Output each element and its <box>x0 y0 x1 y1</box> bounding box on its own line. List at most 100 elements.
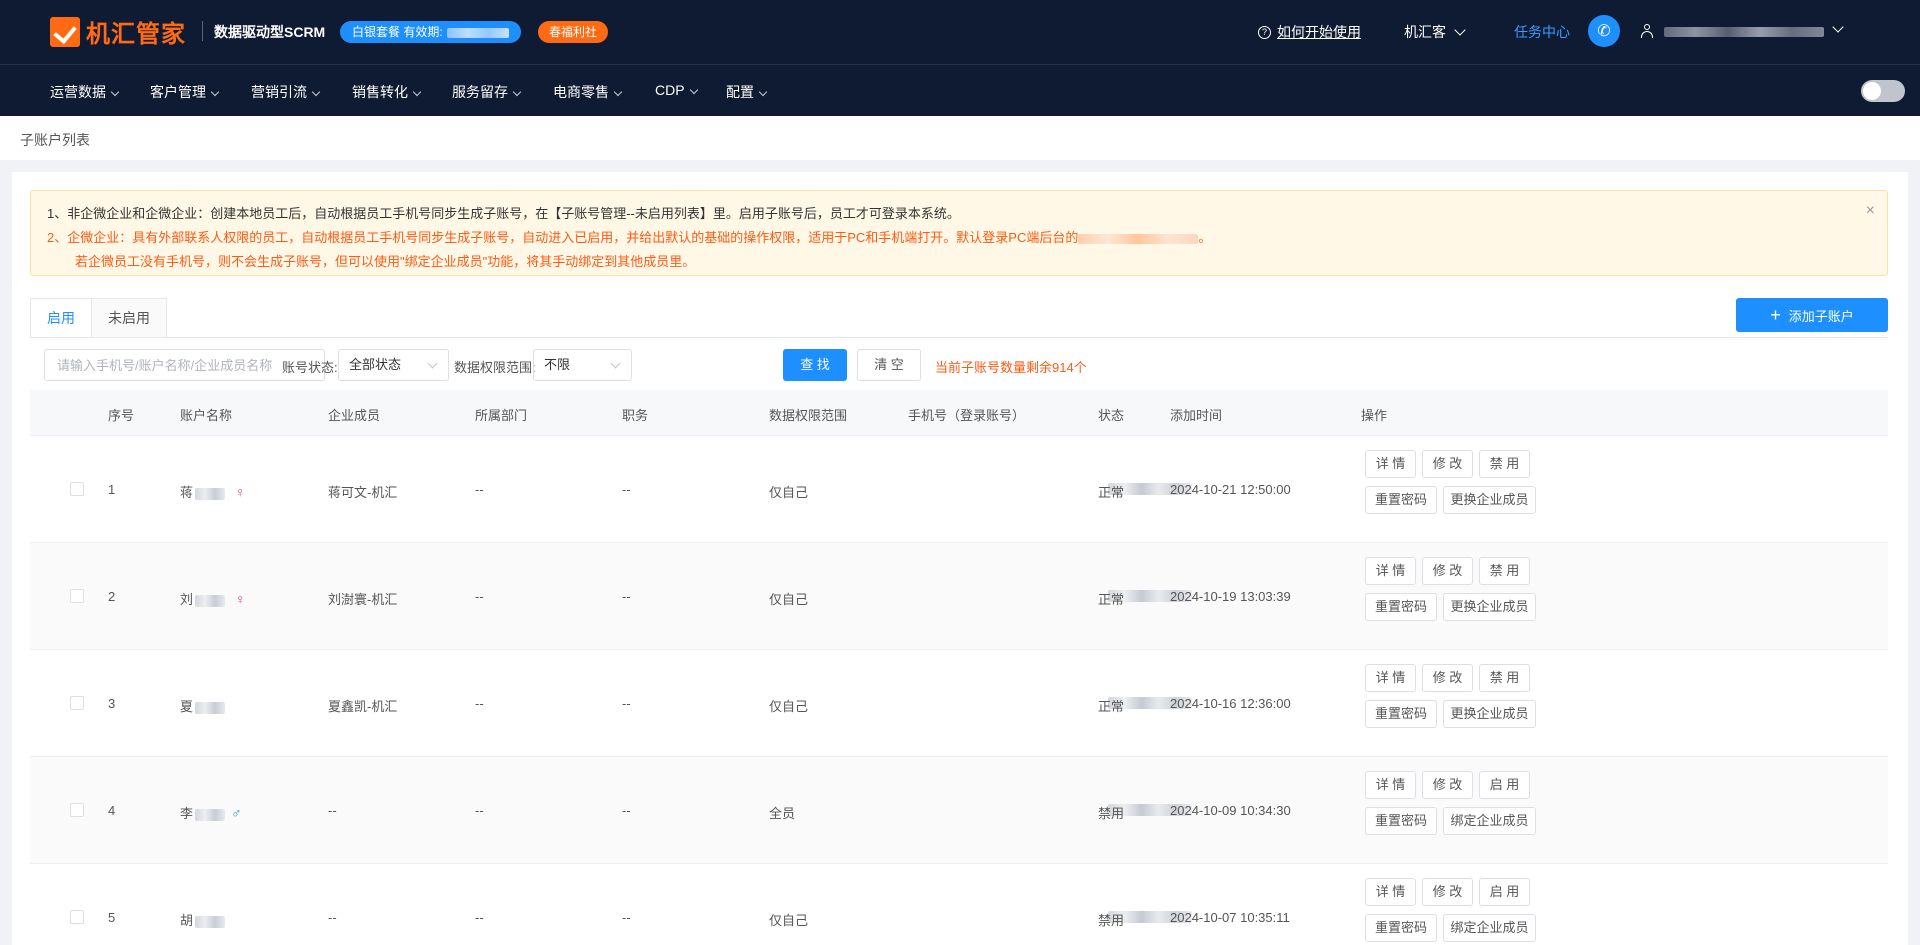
row-name-text: 刘 <box>180 592 194 607</box>
member-button[interactable]: 更换企业成员 <box>1443 486 1536 514</box>
toggle-status-button[interactable]: 禁 用 <box>1479 664 1530 692</box>
detail-button[interactable]: 详 情 <box>1365 664 1416 692</box>
member-button[interactable]: 绑定企业成员 <box>1443 914 1536 942</box>
package-expiry-redacted <box>446 27 509 38</box>
phone-icon: ✆ <box>1597 23 1611 40</box>
detail-button[interactable]: 详 情 <box>1365 450 1416 478</box>
edit-button[interactable]: 修 改 <box>1422 664 1473 692</box>
row-checkbox[interactable] <box>70 910 84 924</box>
table-row: 5 胡 -- -- -- 仅自己 禁用 2024-10-07 10:35:11 … <box>30 864 1888 945</box>
nav-item-marketing[interactable]: 营销引流 <box>251 82 321 102</box>
row-checkbox[interactable] <box>70 803 84 817</box>
nav-item-config[interactable]: 配置 <box>726 82 768 102</box>
detail-button[interactable]: 详 情 <box>1365 771 1416 799</box>
plus-icon: + <box>1770 305 1781 325</box>
user-menu-toggle[interactable] <box>1824 21 1844 37</box>
reset-password-button[interactable]: 重置密码 <box>1365 593 1437 621</box>
task-center-link[interactable]: 任务中心 <box>1514 22 1570 42</box>
row-time: 2024-10-19 13:03:39 <box>1170 589 1291 604</box>
nav-item-cdp[interactable]: CDP <box>655 82 698 98</box>
reset-password-button[interactable]: 重置密码 <box>1365 807 1437 835</box>
edit-button[interactable]: 修 改 <box>1422 771 1473 799</box>
detail-button[interactable]: 详 情 <box>1365 878 1416 906</box>
reset-password-button[interactable]: 重置密码 <box>1365 700 1437 728</box>
chevron-down-icon <box>1454 24 1466 36</box>
tab-enabled[interactable]: 启用 <box>30 298 92 338</box>
nav-item-service[interactable]: 服务留存 <box>452 82 522 102</box>
package-badge-label: 白银套餐 有效期: <box>352 25 443 39</box>
theme-toggle[interactable] <box>1861 80 1905 102</box>
logo-text: 机汇管家 <box>86 21 186 48</box>
main-card: 1、非企微企业和企微企业：创建本地员工后，自动根据员工手机号同步生成子账号，在【… <box>12 172 1908 945</box>
welfare-badge[interactable]: 春福利社 <box>538 21 609 43</box>
toggle-status-button[interactable]: 启 用 <box>1479 771 1530 799</box>
top-header: 机汇管家 数据驱动型SCRM 白银套餐 有效期: 春福利社 ? 如何开始使用 机… <box>0 0 1920 64</box>
status-tabs: 启用 未启用 <box>30 298 167 338</box>
toggle-status-button[interactable]: 禁 用 <box>1479 557 1530 585</box>
search-button[interactable]: 查 找 <box>783 349 847 381</box>
redacted-name <box>195 594 226 607</box>
row-checkbox[interactable] <box>70 589 84 603</box>
scope-select[interactable]: 不限 <box>533 349 632 381</box>
table-row: 1 蒋 ♀ 蒋可文-机汇 -- -- 仅自己 正常 2024-10-21 12:5… <box>30 436 1888 543</box>
member-button[interactable]: 更换企业成员 <box>1443 593 1536 621</box>
reset-password-button[interactable]: 重置密码 <box>1365 486 1437 514</box>
org-name: 机汇客 <box>1404 24 1446 40</box>
row-dept: -- <box>475 696 484 711</box>
org-switcher[interactable]: 机汇客 <box>1404 22 1466 42</box>
row-title: -- <box>622 696 631 711</box>
row-scope: 仅自己 <box>769 913 809 928</box>
tab-disabled[interactable]: 未启用 <box>92 298 167 338</box>
nav-item-customer[interactable]: 客户管理 <box>150 82 220 102</box>
chevron-down-icon <box>427 358 438 369</box>
notice-line-3: 若企微员工没有手机号，则不会生成子账号，但可以使用"绑定企业成员"功能，将其手动… <box>75 254 696 269</box>
row-checkbox[interactable] <box>70 696 84 710</box>
row-name-text: 胡 <box>180 913 194 928</box>
user-account-redacted[interactable] <box>1664 27 1824 37</box>
scope-filter-label: 数据权限范围: <box>454 360 536 375</box>
help-link[interactable]: ? 如何开始使用 <box>1258 22 1361 42</box>
logo[interactable]: 机汇管家 <box>50 14 186 49</box>
notice-line-2-tail: 。 <box>1198 230 1212 245</box>
row-time: 2024-10-07 10:35:11 <box>1170 910 1290 925</box>
col-title: 职务 <box>622 408 649 423</box>
toggle-status-button[interactable]: 启 用 <box>1479 878 1530 906</box>
member-button[interactable]: 绑定企业成员 <box>1443 807 1536 835</box>
status-select-value: 全部状态 <box>349 357 402 372</box>
notice-line-2-text: 2、企微企业：具有外部联系人权限的员工，自动根据员工手机号同步生成子账号，自动进… <box>47 230 1079 245</box>
detail-button[interactable]: 详 情 <box>1365 557 1416 585</box>
row-checkbox[interactable] <box>70 482 84 496</box>
page-title: 子账户列表 <box>20 132 90 148</box>
row-time: 2024-10-09 10:34:30 <box>1170 803 1291 818</box>
member-button[interactable]: 更换企业成员 <box>1443 700 1536 728</box>
row-no: 4 <box>108 803 116 818</box>
package-badge[interactable]: 白银套餐 有效期: <box>340 21 521 43</box>
status-select[interactable]: 全部状态 <box>338 349 449 381</box>
close-icon[interactable]: × <box>1866 203 1875 219</box>
add-sub-account-button[interactable]: + 添加子账户 <box>1736 298 1888 332</box>
nav-item-ops-data[interactable]: 运营数据 <box>50 82 120 102</box>
redacted-name <box>195 701 226 714</box>
reset-password-button[interactable]: 重置密码 <box>1365 914 1437 942</box>
col-status: 状态 <box>1098 408 1125 423</box>
nav-item-label: 运营数据 <box>50 84 106 100</box>
row-status: 禁用 <box>1098 913 1125 928</box>
nav-item-ecommerce[interactable]: 电商零售 <box>553 82 623 102</box>
edit-button[interactable]: 修 改 <box>1422 450 1473 478</box>
nav-item-sales[interactable]: 销售转化 <box>352 82 422 102</box>
table-row: 3 夏 夏鑫凯-机汇 -- -- 仅自己 正常 2024-10-16 12:36… <box>30 650 1888 757</box>
col-scope: 数据权限范围 <box>769 408 848 423</box>
phone-button[interactable]: ✆ <box>1588 15 1620 47</box>
col-member: 企业成员 <box>328 408 381 423</box>
row-status: 禁用 <box>1098 806 1125 821</box>
row-account-name: 李 ♂ <box>180 803 242 822</box>
clear-button[interactable]: 清 空 <box>857 349 921 381</box>
toggle-status-button[interactable]: 禁 用 <box>1479 450 1530 478</box>
nav-item-label: 客户管理 <box>150 84 206 100</box>
row-account-name: 蒋 ♀ <box>180 482 246 501</box>
edit-button[interactable]: 修 改 <box>1422 557 1473 585</box>
logo-divider <box>202 21 203 41</box>
chevron-down-icon <box>689 85 698 95</box>
main-nav: 运营数据 客户管理 营销引流 销售转化 服务留存 电商零售 CDP 配置 <box>0 64 1920 116</box>
edit-button[interactable]: 修 改 <box>1422 878 1473 906</box>
